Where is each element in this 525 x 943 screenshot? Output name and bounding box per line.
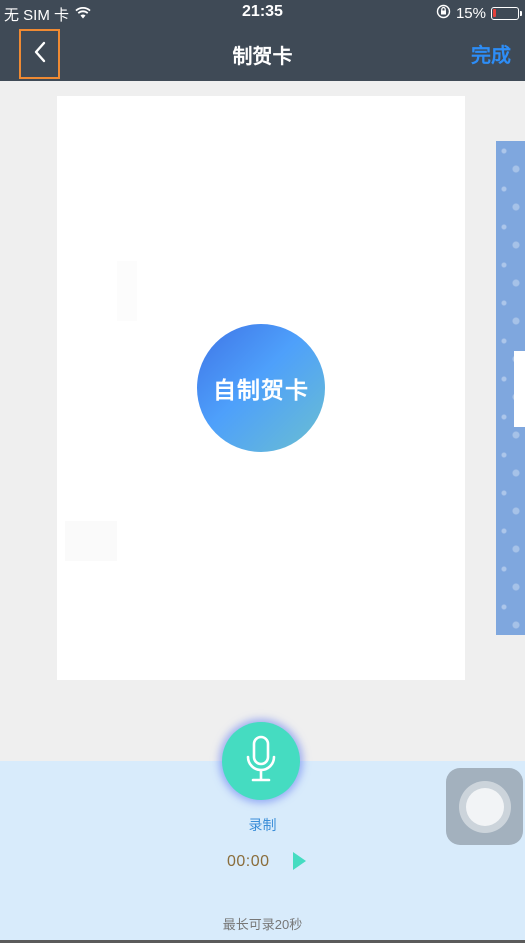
- card-faint-mark: [65, 521, 117, 561]
- battery-icon: [491, 7, 522, 20]
- record-limit-hint: 最长可录20秒: [222, 917, 303, 932]
- record-timer: 00:00: [227, 853, 270, 870]
- done-button[interactable]: 完成: [471, 39, 511, 68]
- card-template-next[interactable]: [496, 141, 525, 635]
- rotation-lock-icon: [436, 4, 451, 23]
- battery-fill: [493, 9, 496, 17]
- battery-percent: 15%: [455, 5, 486, 22]
- assistive-touch-core: [465, 787, 504, 826]
- nav-bar: 制贺卡 完成: [0, 26, 525, 81]
- card-carousel[interactable]: 自制贺卡: [0, 81, 525, 761]
- play-icon[interactable]: [293, 852, 306, 870]
- diy-card-label: 自制贺卡: [213, 377, 309, 403]
- record-button[interactable]: [222, 722, 300, 800]
- page-title: 制贺卡: [232, 46, 293, 68]
- card-diy[interactable]: 自制贺卡: [57, 96, 465, 680]
- assistive-touch-button[interactable]: [446, 768, 523, 845]
- assistive-touch-ring: [458, 780, 511, 833]
- diy-card-button[interactable]: 自制贺卡: [197, 324, 325, 452]
- microphone-icon: [244, 735, 278, 788]
- status-bar: 无 SIM 卡 21:35 15%: [0, 0, 525, 26]
- status-right: 15%: [436, 4, 522, 23]
- card-faint-mark: [117, 261, 137, 321]
- card-template-text-area: [514, 351, 525, 427]
